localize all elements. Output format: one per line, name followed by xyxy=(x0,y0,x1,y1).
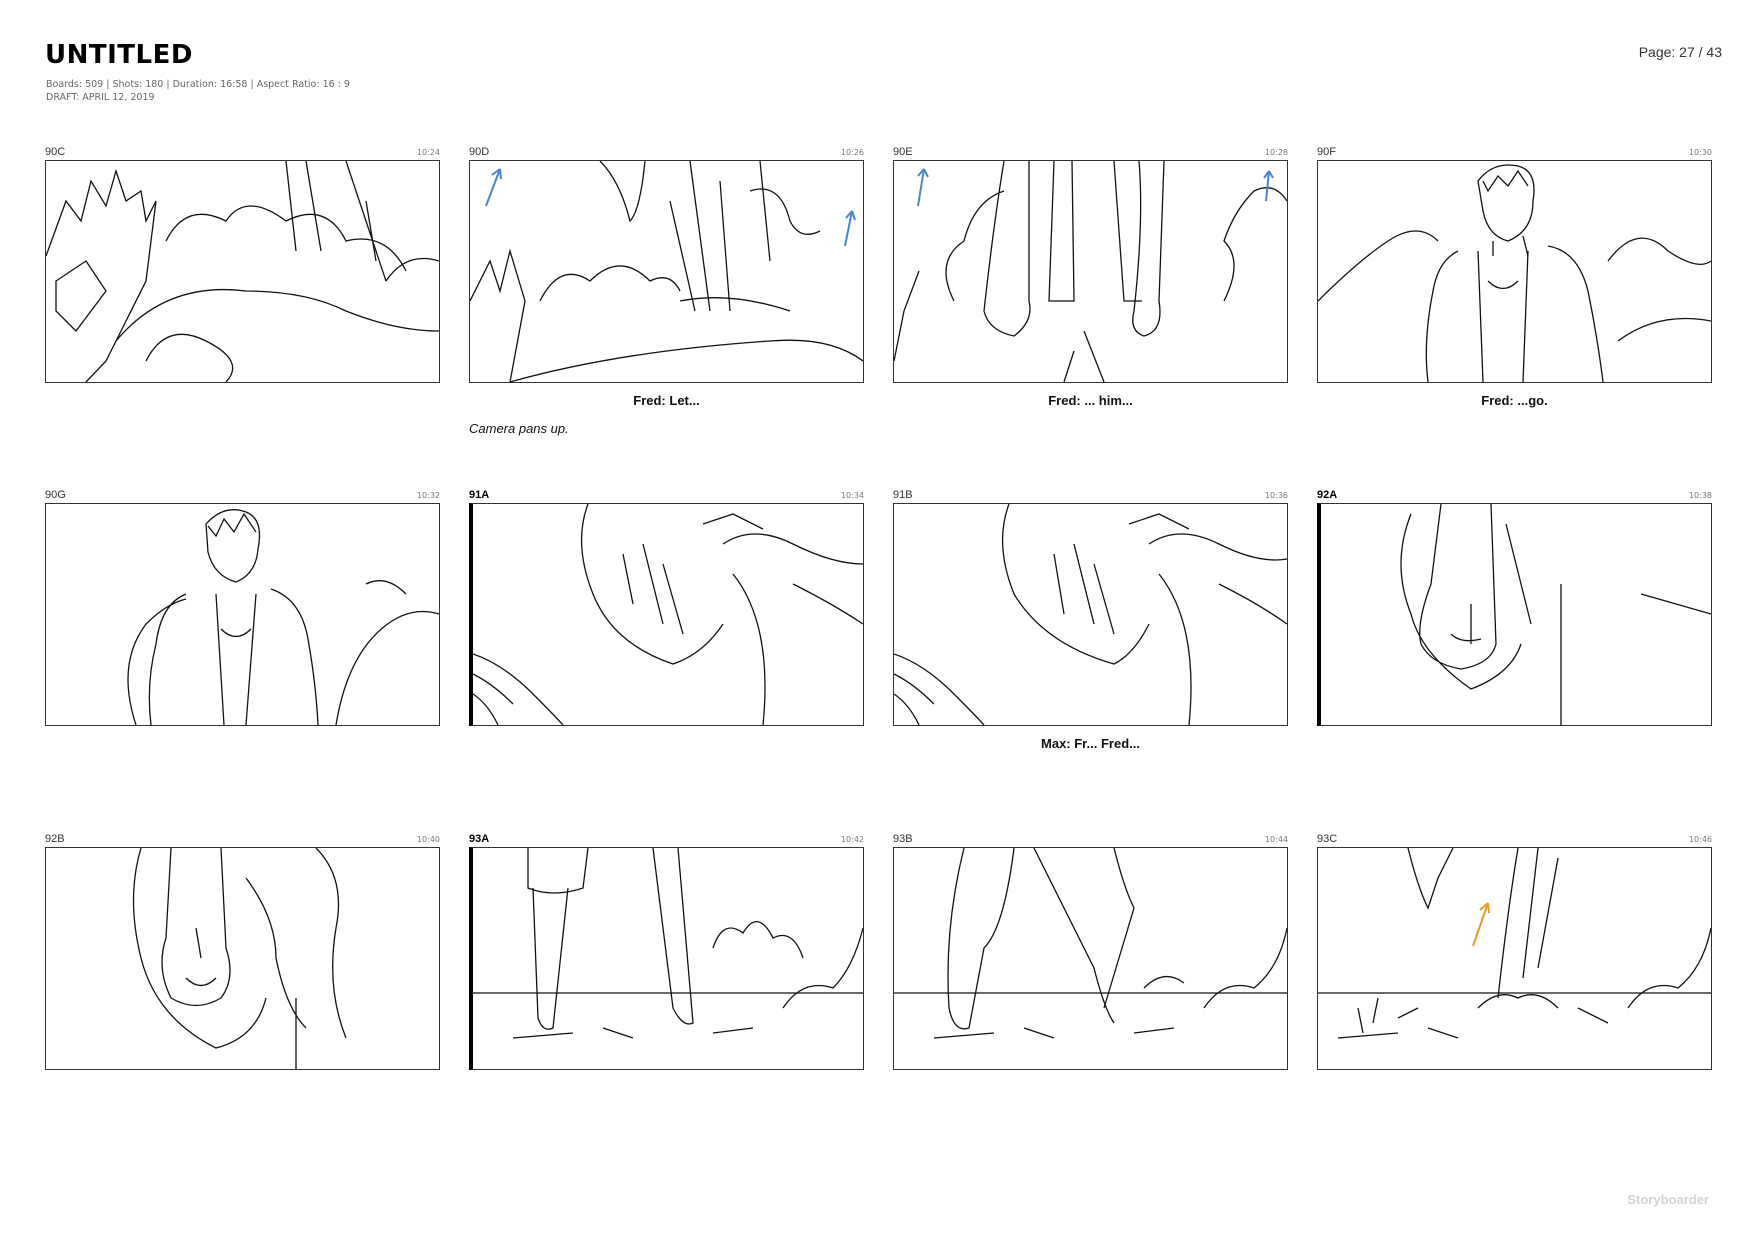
board-image xyxy=(469,160,864,383)
board-time: 10:28 xyxy=(1264,148,1288,157)
board-image xyxy=(893,503,1288,726)
board-time: 10:26 xyxy=(840,148,864,157)
board-time: 10:34 xyxy=(840,491,864,500)
board-time: 10:44 xyxy=(1264,835,1288,844)
board-id: 90D xyxy=(469,146,490,158)
board-93B[interactable]: 93B 10:44 xyxy=(893,831,1288,1070)
board-image xyxy=(469,503,864,726)
board-time: 10:36 xyxy=(1264,491,1288,500)
board-image xyxy=(45,847,440,1070)
board-image xyxy=(45,503,440,726)
board-id: 93B xyxy=(893,833,913,845)
board-90G[interactable]: 90G 10:32 xyxy=(45,487,440,726)
board-92A[interactable]: 92A 10:38 xyxy=(1317,487,1712,726)
board-image xyxy=(1317,503,1712,726)
storyboarder-logo: Storyboarder xyxy=(1627,1192,1709,1207)
document-title: UNTITLED xyxy=(45,40,193,70)
board-id: 93A xyxy=(469,833,490,845)
meta-stats: Boards: 509 | Shots: 180 | Duration: 16:… xyxy=(46,79,350,90)
board-90E[interactable]: 90E 10:28 Fred: ... him... xyxy=(893,144,1288,409)
board-time: 10:38 xyxy=(1688,491,1712,500)
board-id: 92A xyxy=(1317,489,1338,501)
board-dialogue: Fred: ...go. xyxy=(1481,393,1548,408)
board-dialogue: Max: Fr... Fred... xyxy=(1041,736,1140,751)
board-90D[interactable]: 90D 10:26 Fred: Let... Camera pans up. xyxy=(469,144,864,436)
board-id: 90G xyxy=(45,489,66,501)
board-93C[interactable]: 93C 10:46 xyxy=(1317,831,1712,1070)
board-image xyxy=(469,847,864,1070)
board-time: 10:40 xyxy=(416,835,440,844)
board-93A[interactable]: 93A 10:42 xyxy=(469,831,864,1070)
board-id: 93C xyxy=(1317,833,1338,845)
board-id: 91A xyxy=(469,489,490,501)
board-id: 90C xyxy=(45,146,66,158)
board-92B[interactable]: 92B 10:40 xyxy=(45,831,440,1070)
board-time: 10:42 xyxy=(840,835,864,844)
board-image xyxy=(893,847,1288,1070)
board-id: 91B xyxy=(893,489,913,501)
board-dialogue: Fred: ... him... xyxy=(1048,393,1133,408)
board-time: 10:32 xyxy=(416,491,440,500)
board-90F[interactable]: 90F 10:30 Fred: ...go. xyxy=(1317,144,1712,409)
board-time: 10:46 xyxy=(1688,835,1712,844)
board-time: 10:30 xyxy=(1688,148,1712,157)
board-action: Camera pans up. xyxy=(469,421,569,436)
board-id: 92B xyxy=(45,833,65,845)
meta-draft: DRAFT: APRIL 12, 2019 xyxy=(46,92,155,103)
board-image xyxy=(45,160,440,383)
board-90C[interactable]: 90C 10:24 xyxy=(45,144,440,383)
document-meta: Boards: 509 | Shots: 180 | Duration: 16:… xyxy=(46,78,350,104)
board-91B[interactable]: 91B 10:36 Max: Fr... Fred... xyxy=(893,487,1288,752)
board-time: 10:24 xyxy=(416,148,440,157)
board-dialogue: Fred: Let... xyxy=(633,393,700,408)
board-image xyxy=(1317,160,1712,383)
page-number: Page: 27 / 43 xyxy=(1638,44,1722,60)
board-id: 90E xyxy=(893,146,913,158)
board-91A[interactable]: 91A 10:34 xyxy=(469,487,864,726)
board-id: 90F xyxy=(1317,146,1336,158)
board-image xyxy=(1317,847,1712,1070)
board-image xyxy=(893,160,1288,383)
